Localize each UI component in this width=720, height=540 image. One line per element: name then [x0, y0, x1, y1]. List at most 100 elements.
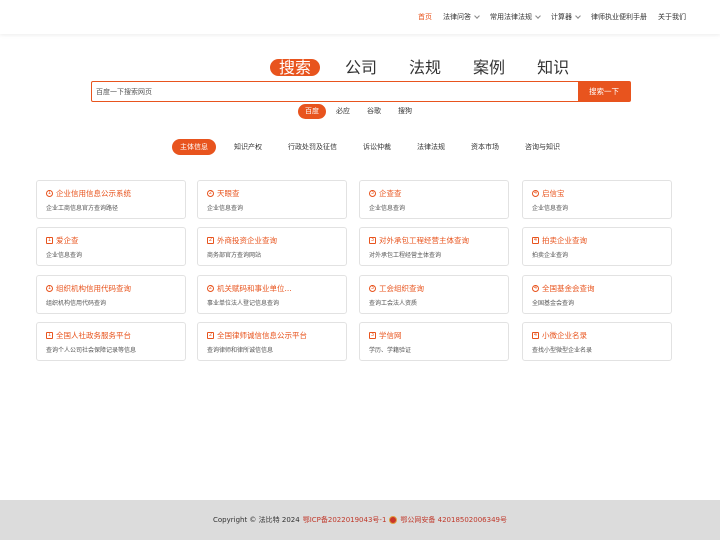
nav-item-1[interactable]: 法律问答 [443, 12, 480, 22]
number-square-icon: 3 [369, 332, 376, 339]
card-title: 4 小微企业名录 [532, 330, 662, 341]
resource-card[interactable]: 1 全国人社政务服务平台查询个人公司社会保障记录等信息 [36, 322, 186, 361]
search-type-tab-0[interactable]: 搜索 [270, 59, 321, 76]
resource-card[interactable]: 4 小微企业名录 查找小型微型企业名录 [522, 322, 672, 361]
card-title-text: 小微企业名录 [542, 331, 587, 340]
footer: Copyright © 法比特 2024 鄂ICP备2022019043号-1 … [0, 500, 720, 540]
card-description: 全国基金会查询 [532, 300, 575, 307]
search-type-tab-3[interactable]: 案例 [464, 59, 514, 76]
number-square-icon: 3 [369, 237, 376, 244]
category-tab-3[interactable]: 诉讼仲裁 [355, 139, 399, 155]
engine-tab-3[interactable]: 搜狗 [391, 104, 419, 119]
police-badge-icon [389, 516, 398, 524]
resource-card[interactable]: 4 全国基金会查询全国基金会查询 [522, 275, 672, 314]
card-title-text: 机关赋码和事业单位... [217, 284, 292, 293]
card-description: 企业信息查询 [46, 252, 83, 259]
card-description: 组织机构信用代码查询 [46, 300, 107, 307]
card-description: 企业信息查询 [369, 205, 406, 212]
card-title: 3 企查查 [369, 188, 499, 199]
resource-card[interactable]: 2 外商投资企业查询商务部官方查询网站 [197, 227, 347, 266]
engine-tab-2[interactable]: 谷歌 [360, 104, 388, 119]
resource-card[interactable]: 1 企业信用信息公示系统企业工商信息官方查询路径 [36, 180, 186, 219]
category-tab-2[interactable]: 行政处罚及征信 [280, 139, 345, 155]
card-title: 2 天眼查 [207, 188, 337, 199]
card-description: 企业工商信息官方查询路径 [46, 205, 119, 212]
engine-tab-0[interactable]: 百度 [298, 104, 326, 119]
search-button[interactable]: 搜索一下 [578, 82, 630, 101]
card-title-text: 全国律师诚信信息公示平台 [217, 331, 307, 340]
nav-item-label: 律师执业便利手册 [591, 13, 647, 21]
nav-item-label: 关于我们 [658, 13, 686, 21]
search-type-tabs: 搜索 公司 法规 案例 知识 [270, 59, 580, 76]
resource-card[interactable]: 2 机关赋码和事业单位... 事业单位法人登记信息查询 [197, 275, 347, 314]
card-title-text: 对外承包工程经营主体查询 [379, 236, 469, 245]
number-square-icon: 4 [532, 237, 539, 244]
footer-icp-link[interactable]: 鄂ICP备2022019043号-1 [303, 515, 387, 525]
category-tab-4[interactable]: 法律法规 [409, 139, 453, 155]
category-tab-6[interactable]: 咨询与知识 [517, 139, 568, 155]
search-input[interactable] [92, 82, 578, 101]
resource-card[interactable]: 3 工会组织查询 查询工会法人资质 [359, 275, 509, 314]
card-title: 2 外商投资企业查询 [207, 235, 337, 246]
resource-card[interactable]: 3 企查查企业信息查询 [359, 180, 509, 219]
card-title: 1 企业信用信息公示系统 [46, 188, 176, 199]
card-title: 3 学信网 [369, 330, 499, 341]
resource-card[interactable]: 3 对外承包工程经营主体查询 对外承包工程经营主体查询 [359, 227, 509, 266]
number-circle-icon: 3 [369, 190, 376, 197]
number-square-icon: 4 [532, 332, 539, 339]
card-title-text: 企查查 [379, 189, 402, 198]
card-description: 学历、学籍验证 [369, 347, 412, 354]
page: 首页 法律问答 常用法律法规 计算器 律师执业便利手册 关于我们 搜索公司法规案例知识 搜… [0, 0, 720, 500]
card-title: 4 全国基金会查询 [532, 283, 662, 294]
number-circle-icon: 4 [532, 190, 539, 197]
card-title-text: 启信宝 [542, 189, 565, 198]
card-description: 企业信息查询 [207, 205, 244, 212]
card-title: 1 组织机构信用代码查询 [46, 283, 176, 294]
category-tabs: 主体信息 知识产权 行政处罚及征信 诉讼仲裁 法律法规 资本市场 咨询与知识 [172, 139, 578, 155]
resource-card[interactable]: 2 天眼查企业信息查询 [197, 180, 347, 219]
number-square-icon: 1 [46, 332, 53, 339]
category-tab-5[interactable]: 资本市场 [463, 139, 507, 155]
nav-item-2[interactable]: 常用法律法规 [490, 12, 541, 22]
card-title-text: 组织机构信用代码查询 [56, 284, 131, 293]
nav-item-4[interactable]: 律师执业便利手册 [591, 12, 647, 22]
footer-police-link[interactable]: 鄂公网安备 42018502006349号 [400, 515, 507, 525]
number-circle-icon: 1 [46, 190, 53, 197]
number-circle-icon: 4 [532, 285, 539, 292]
resource-card[interactable]: 4 启信宝 企业信息查询 [522, 180, 672, 219]
card-title: 4 启信宝 [532, 188, 662, 199]
card-title: 1 爱企查 [46, 235, 176, 246]
number-square-icon: 1 [46, 237, 53, 244]
card-title: 3 对外承包工程经营主体查询 [369, 235, 499, 246]
number-circle-icon: 1 [46, 285, 53, 292]
card-description: 商务部官方查询网站 [207, 252, 262, 259]
card-description: 查找小型微型企业名录 [532, 347, 593, 354]
resource-card[interactable]: 1 组织机构信用代码查询 组织机构信用代码查询 [36, 275, 186, 314]
resource-card[interactable]: 2 全国律师诚信信息公示平台 查询律师和律所诚信信息 [197, 322, 347, 361]
card-description: 对外承包工程经营主体查询 [369, 252, 442, 259]
search-engine-tabs: 百度 必应 谷歌 搜狗 [298, 104, 422, 119]
resource-card[interactable]: 4 拍卖企业查询 拍卖企业查询 [522, 227, 672, 266]
search-type-tab-4[interactable]: 知识 [528, 59, 578, 76]
nav-item-label: 计算器 [551, 13, 572, 21]
card-description: 事业单位法人登记信息查询 [207, 300, 280, 307]
card-title: 1 全国人社政务服务平台 [46, 330, 176, 341]
nav-item-3[interactable]: 计算器 [551, 12, 581, 22]
nav-item-5[interactable]: 关于我们 [658, 12, 686, 22]
card-description: 查询个人公司社会保障记录等信息 [46, 347, 137, 354]
search-type-tab-2[interactable]: 法规 [400, 59, 450, 76]
category-tab-1[interactable]: 知识产权 [226, 139, 270, 155]
footer-copyright: Copyright © 法比特 2024 [213, 516, 300, 524]
resource-card[interactable]: 1 爱企查企业信息查询 [36, 227, 186, 266]
search-type-tab-1[interactable]: 公司 [336, 59, 386, 76]
category-tab-0[interactable]: 主体信息 [172, 139, 216, 155]
number-square-icon: 2 [207, 332, 214, 339]
engine-tab-1[interactable]: 必应 [329, 104, 357, 119]
header: 首页 法律问答 常用法律法规 计算器 律师执业便利手册 关于我们 [0, 0, 720, 34]
nav-item-0[interactable]: 首页 [418, 12, 432, 22]
nav-item-label: 法律问答 [443, 13, 471, 21]
number-square-icon: 2 [207, 237, 214, 244]
resource-card[interactable]: 3 学信网学历、学籍验证 [359, 322, 509, 361]
nav-item-label: 首页 [418, 13, 432, 21]
chevron-down-icon [474, 13, 480, 19]
